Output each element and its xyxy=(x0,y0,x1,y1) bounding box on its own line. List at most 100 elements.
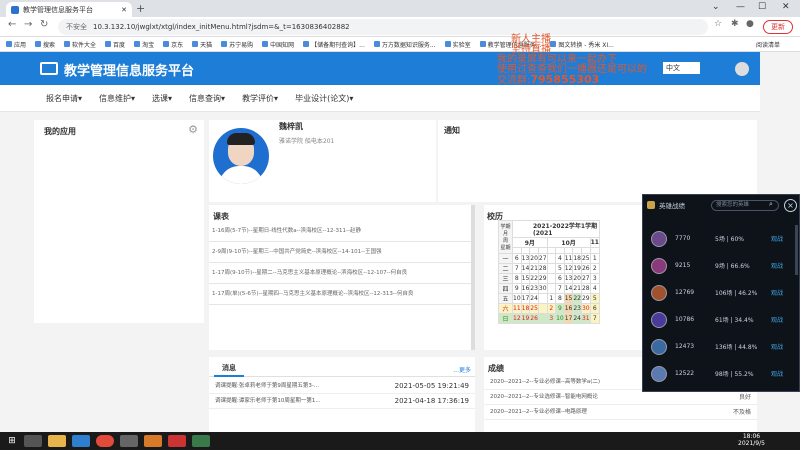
calendar-day: 8 xyxy=(555,293,565,304)
tab-close-icon[interactable]: ✕ xyxy=(121,6,127,14)
course-scrollbar[interactable] xyxy=(471,205,475,350)
spectate-button[interactable]: 观战 xyxy=(771,369,783,378)
app-icon-2[interactable] xyxy=(144,435,162,447)
game-client-icon[interactable] xyxy=(192,435,210,447)
bookmark-item[interactable]: 中国知网 xyxy=(262,40,294,49)
bookmark-item[interactable]: 实验室 xyxy=(444,40,471,49)
overlay-text: 交流群: xyxy=(497,75,531,86)
calendar-week-row: 一 6 13 20 27 4 11 18 25 1 xyxy=(498,253,601,264)
calendar-day: 13 xyxy=(520,253,531,264)
browser-tab[interactable]: 教学管理信息服务平台 ✕ xyxy=(6,2,132,17)
calendar-day: 29 xyxy=(581,293,591,304)
calendar-header: 2021-2022学年1学期(2021 xyxy=(512,220,600,238)
weekday-label: 四 xyxy=(498,283,513,294)
calendar-day: 2 xyxy=(589,263,601,274)
bookmark-item[interactable]: 万方数据知识服务... xyxy=(373,40,436,49)
forward-icon[interactable]: → xyxy=(24,19,32,30)
calendar-day: 5 xyxy=(589,293,601,304)
bookmark-icon xyxy=(105,41,112,47)
bookmark-item[interactable]: 应用 xyxy=(6,40,26,49)
settings-gear-icon[interactable]: ⚙ xyxy=(188,123,198,136)
player-points: 12769 xyxy=(675,289,695,296)
more-link[interactable]: ...更多 xyxy=(453,365,471,374)
file-explorer-icon[interactable] xyxy=(48,435,66,447)
calendar-day xyxy=(537,303,548,314)
grade-course: 2020--2021--2--专业必修课--高等数学a(二) xyxy=(490,379,601,385)
menu-item[interactable]: 选课▾ xyxy=(152,93,172,104)
menu-item[interactable]: 毕业设计(论文)▾ xyxy=(295,93,353,104)
spectate-button[interactable]: 观战 xyxy=(771,234,783,243)
close-icon[interactable]: × xyxy=(784,199,797,212)
edge-icon[interactable] xyxy=(72,435,90,447)
netease-icon[interactable] xyxy=(168,435,186,447)
calendar-panel: 校历 学期月周星期 2021-2022学年1学期(2021 9月 10月 11 一 6 13 2… xyxy=(484,205,644,350)
bookmark-item[interactable]: 京东 xyxy=(163,40,183,49)
spectate-button[interactable]: 观战 xyxy=(771,288,783,297)
bookmark-item[interactable]: 百度 xyxy=(105,40,125,49)
spectate-button[interactable]: 观战 xyxy=(771,342,783,351)
message-row[interactable]: 调课提醒:张卓莉老师于第9周星期五第3-... 2021-05-05 19:21:… xyxy=(209,379,475,394)
bookmark-icon xyxy=(303,41,310,47)
new-tab-button[interactable]: + xyxy=(136,2,145,15)
calendar-week-row: 四 9 16 23 30 7 14 21 28 4 xyxy=(498,283,601,294)
message-row[interactable]: 调课提醒:谭家乐老师于第10周星期一第1... 2021-04-18 17:36:… xyxy=(209,394,475,409)
message-time: 2021-05-05 19:21:49 xyxy=(394,382,469,390)
menu-item[interactable]: 报名申请▾ xyxy=(46,93,82,104)
bookmark-item[interactable]: 软件大全 xyxy=(64,40,96,49)
spectate-button[interactable]: 观战 xyxy=(771,261,783,270)
menu-item[interactable]: 教学评价▾ xyxy=(242,93,278,104)
my-apps-panel: 我的应用 ⚙ xyxy=(34,120,204,323)
spectate-button[interactable]: 观战 xyxy=(771,315,783,324)
calendar-day: 21 xyxy=(529,263,539,274)
bookmark-item[interactable]: 【储备期刊查询】... xyxy=(303,40,365,49)
app-icon-1[interactable] xyxy=(120,435,138,447)
update-button[interactable]: 更新 xyxy=(763,20,793,34)
search-taskbar-icon[interactable] xyxy=(24,435,42,447)
bookmark-item[interactable]: 苏宁易购 xyxy=(221,40,253,49)
bookmark-label: 苏宁易购 xyxy=(229,41,254,49)
calendar-corner-label: 学期 xyxy=(500,224,511,230)
menu-item[interactable]: 信息查询▾ xyxy=(189,93,225,104)
bookmark-item[interactable]: 天猫 xyxy=(192,40,212,49)
language-select[interactable]: 中文 xyxy=(663,62,700,74)
calendar-day: 4 xyxy=(589,283,601,294)
profile-icon[interactable]: ● xyxy=(746,19,754,29)
player-points: 12473 xyxy=(675,343,695,350)
player-row: 12769 106场 | 46.2% 观战 xyxy=(643,279,793,306)
user-avatar[interactable] xyxy=(735,62,749,76)
hero-stats-panel: 英雄战绩 搜索您的英雄 ⌕ × 7770 5场 | 60% 观战 9215 9场 | 6… xyxy=(642,194,800,392)
player-record: 9场 | 66.6% xyxy=(715,263,750,270)
calendar-day: 19 xyxy=(520,313,531,324)
calendar-day: 15 xyxy=(563,293,574,304)
url-input[interactable]: 不安全 10.3.132.10/jwglxt/xtgl/index_initMe… xyxy=(58,19,708,35)
messages-tab[interactable]: 消息 xyxy=(214,360,244,377)
maximize-button[interactable]: ☐ xyxy=(758,2,766,12)
calendar-week-row: 二 7 14 21 28 5 12 19 26 2 xyxy=(498,263,601,274)
bookmark-label: 实验室 xyxy=(452,41,471,49)
chrome-icon[interactable] xyxy=(96,435,114,447)
reload-icon[interactable]: ↻ xyxy=(40,19,48,30)
calendar-day: 6 xyxy=(555,273,565,284)
tab-search-icon[interactable]: ⌄ xyxy=(712,2,720,12)
calendar-day: 28 xyxy=(581,283,591,294)
calendar-day: 21 xyxy=(572,283,582,294)
grade-score: 不及格 xyxy=(732,409,751,416)
player-points: 12522 xyxy=(675,370,695,377)
close-window-button[interactable]: ✕ xyxy=(782,2,790,12)
star-icon[interactable]: ☆ xyxy=(714,19,722,29)
windows-start-icon[interactable]: ⊞ xyxy=(0,432,24,450)
player-points: 7770 xyxy=(675,235,691,242)
bookmark-item[interactable]: 搜索 xyxy=(35,40,55,49)
hero-list-scrollbar[interactable] xyxy=(795,225,798,275)
back-icon[interactable]: ← xyxy=(8,19,16,30)
minimize-button[interactable]: — xyxy=(736,2,745,12)
grade-course: 2020--2021--2--专业选修课--智能电网概论 xyxy=(490,394,598,400)
menu-item[interactable]: 信息维护▾ xyxy=(99,93,135,104)
calendar-week-row: 六 11 18 25 2 9 16 23 30 6 xyxy=(498,303,601,314)
extensions-icon[interactable]: ✱ xyxy=(731,19,739,29)
calendar-day: 24 xyxy=(572,313,582,324)
reading-list[interactable]: 阅读清单 xyxy=(756,40,780,49)
grade-course: 2020--2021--2--专业必修课--电路原理 xyxy=(490,409,587,415)
search-icon[interactable]: ⌕ xyxy=(769,200,773,209)
bookmark-item[interactable]: 淘宝 xyxy=(134,40,154,49)
